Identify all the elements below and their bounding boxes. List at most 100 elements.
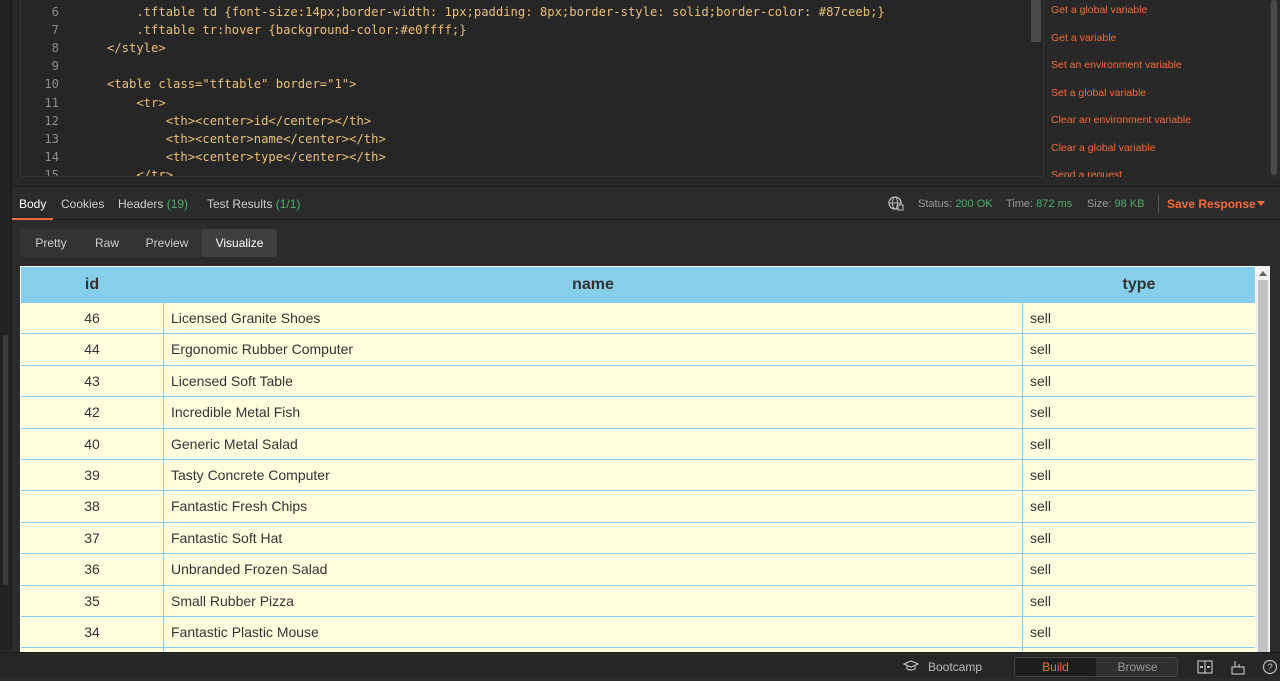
mode-raw[interactable]: Raw — [82, 229, 132, 257]
two-pane-view-icon[interactable] — [1197, 659, 1213, 675]
cell-type: sell — [1030, 435, 1052, 452]
code-line[interactable]: 6 .tftable td {font-size:14px;border-wid… — [21, 3, 1043, 21]
left-rail-scroll-thumb[interactable] — [3, 335, 8, 585]
cell-id: 34 — [84, 624, 100, 640]
visualizer-scroll-thumb[interactable] — [1258, 280, 1268, 652]
time-value[interactable]: 872 ms — [1036, 198, 1072, 210]
size-value[interactable]: 98 KB — [1115, 198, 1145, 210]
snippet-link[interactable]: Send a request — [1051, 169, 1122, 177]
table-row[interactable]: 35 Small Rubber Pizza sell — [21, 585, 1255, 617]
code-text: <table class="tftable" border="1"> — [107, 77, 357, 92]
snippet-link[interactable]: Clear a global variable — [1051, 142, 1155, 154]
svg-text:?: ? — [1267, 663, 1273, 674]
left-sidebar-rail — [0, 0, 12, 650]
status-value[interactable]: 200 OK — [955, 198, 992, 210]
code-text: <th><center>id</center></th> — [107, 113, 372, 128]
table-row[interactable]: 34 Fantastic Plastic Mouse sell — [21, 617, 1255, 649]
editor-scrollbar[interactable] — [1031, 0, 1041, 42]
tab-body[interactable]: Body — [12, 187, 54, 220]
code-text: <th><center>type</center></th> — [107, 149, 386, 164]
network-globe-icon[interactable] — [888, 195, 904, 211]
table-row[interactable]: 39 Tasty Concrete Computer sell — [21, 460, 1255, 492]
cell-type: sell — [1030, 341, 1052, 358]
cell-type: sell — [1030, 404, 1052, 421]
tab-headers-label: Headers — [118, 197, 164, 211]
code-line[interactable]: 12 <th><center>id</center></th> — [21, 112, 1043, 130]
snippets-scroll-thumb[interactable] — [1271, 0, 1277, 175]
snippet-link[interactable]: Get a global variable — [1051, 4, 1147, 16]
table-row[interactable]: 46 Licensed Granite Shoes sell — [21, 303, 1255, 335]
code-line[interactable]: 13 <th><center>name</center></th> — [21, 130, 1043, 148]
visualizer-scrollbar[interactable] — [1256, 266, 1270, 652]
time-meta: Time: 872 ms — [1006, 187, 1072, 221]
code-text: <tr> — [107, 95, 166, 110]
column-header-id: id — [84, 276, 100, 293]
code-line[interactable]: 14 <th><center>type</center></th> — [21, 148, 1043, 166]
line-number: 9 — [51, 59, 59, 74]
bootcamp-button[interactable]: Bootcamp — [928, 653, 982, 681]
code-text: <th><center>name</center></th> — [107, 131, 386, 146]
cell-name: Licensed Soft Table — [171, 372, 293, 389]
snippet-link[interactable]: Set a global variable — [1051, 87, 1146, 99]
build-button[interactable]: Build — [1015, 658, 1096, 676]
cell-id: 44 — [84, 341, 100, 358]
code-line[interactable]: 7 .tftable tr:hover {background-color:#e… — [21, 21, 1043, 39]
tab-headers[interactable]: Headers (19) — [111, 187, 195, 220]
status-label: Status: — [918, 198, 953, 210]
snippet-link[interactable]: Clear an environment variable — [1051, 114, 1191, 126]
cell-name: Fantastic Plastic Mouse — [171, 624, 319, 640]
snippets-scrollbar[interactable] — [1270, 0, 1278, 177]
status-footer: Bootcamp Build Browse ? — [0, 652, 1280, 678]
column-header-name: name — [572, 276, 614, 293]
cell-id: 36 — [84, 561, 100, 578]
divider — [1158, 195, 1159, 213]
visualizer-table: id name type 46 Licensed Granite Shoes sel… — [20, 266, 1270, 652]
save-response-button[interactable]: Save Response — [1167, 187, 1256, 221]
snippet-link[interactable]: Set an environment variable — [1051, 59, 1182, 71]
line-number: 8 — [51, 41, 59, 56]
snippet-link[interactable]: Get a variable — [1051, 32, 1116, 44]
mode-preview[interactable]: Preview — [132, 229, 202, 257]
cell-name: Generic Metal Salad — [171, 435, 298, 452]
cell-type: sell — [1030, 310, 1052, 326]
code-text: .tftable td {font-size:14px;border-width… — [107, 5, 885, 19]
cell-id: 39 — [84, 467, 100, 483]
cell-type: sell — [1030, 467, 1052, 483]
cell-type: sell — [1030, 561, 1052, 578]
keyboard-shortcuts-icon[interactable] — [1230, 659, 1246, 675]
code-line[interactable]: 15 </tr> — [21, 166, 1043, 177]
mode-pretty[interactable]: Pretty — [20, 229, 82, 257]
graduation-cap-icon[interactable] — [903, 660, 919, 672]
help-icon[interactable]: ? — [1262, 659, 1278, 675]
table-row[interactable]: 44 Ergonomic Rubber Computer sell — [21, 334, 1255, 366]
column-header-type: type — [1122, 276, 1156, 293]
mode-visualize[interactable]: Visualize — [202, 229, 277, 257]
cell-name: Licensed Granite Shoes — [171, 310, 321, 326]
line-number: 7 — [51, 23, 59, 38]
table-row[interactable]: 40 Generic Metal Salad sell — [21, 428, 1255, 460]
code-line[interactable]: 9 — [21, 57, 1043, 75]
code-editor[interactable]: 6 .tftable td {font-size:14px;border-wid… — [20, 0, 1044, 177]
code-line[interactable]: 8 </style> — [21, 39, 1043, 57]
code-line[interactable]: 11 <tr> — [21, 94, 1043, 112]
table-header-row: id name type — [21, 267, 1255, 303]
chevron-down-icon[interactable] — [1257, 201, 1265, 206]
line-number: 15 — [44, 167, 59, 177]
line-number: 11 — [44, 95, 59, 110]
table-row[interactable]: 36 Unbranded Frozen Salad sell — [21, 554, 1255, 586]
cell-id: 42 — [84, 404, 100, 421]
view-mode-selector: Pretty Raw Preview Visualize — [20, 229, 277, 257]
snippets-panel: Get a global variable Get a variable Set a… — [1044, 0, 1268, 177]
cell-name: Tasty Concrete Computer — [171, 467, 330, 483]
code-line[interactable]: 10 <table class="tftable" border="1"> — [21, 75, 1043, 93]
table-row[interactable]: 42 Incredible Metal Fish sell — [21, 397, 1255, 429]
table-row[interactable]: 37 Fantastic Soft Hat sell — [21, 522, 1255, 555]
cell-type: sell — [1030, 624, 1052, 640]
column-divider — [163, 303, 164, 652]
table-row[interactable]: 38 Fantastic Fresh Chips sell — [21, 491, 1255, 523]
table-row[interactable]: 43 Licensed Soft Table sell — [21, 365, 1255, 398]
tab-cookies[interactable]: Cookies — [54, 187, 111, 220]
browse-button[interactable]: Browse — [1097, 658, 1178, 676]
tab-test-results[interactable]: Test Results (1/1) — [200, 187, 307, 220]
scroll-up-icon[interactable] — [1259, 271, 1267, 276]
